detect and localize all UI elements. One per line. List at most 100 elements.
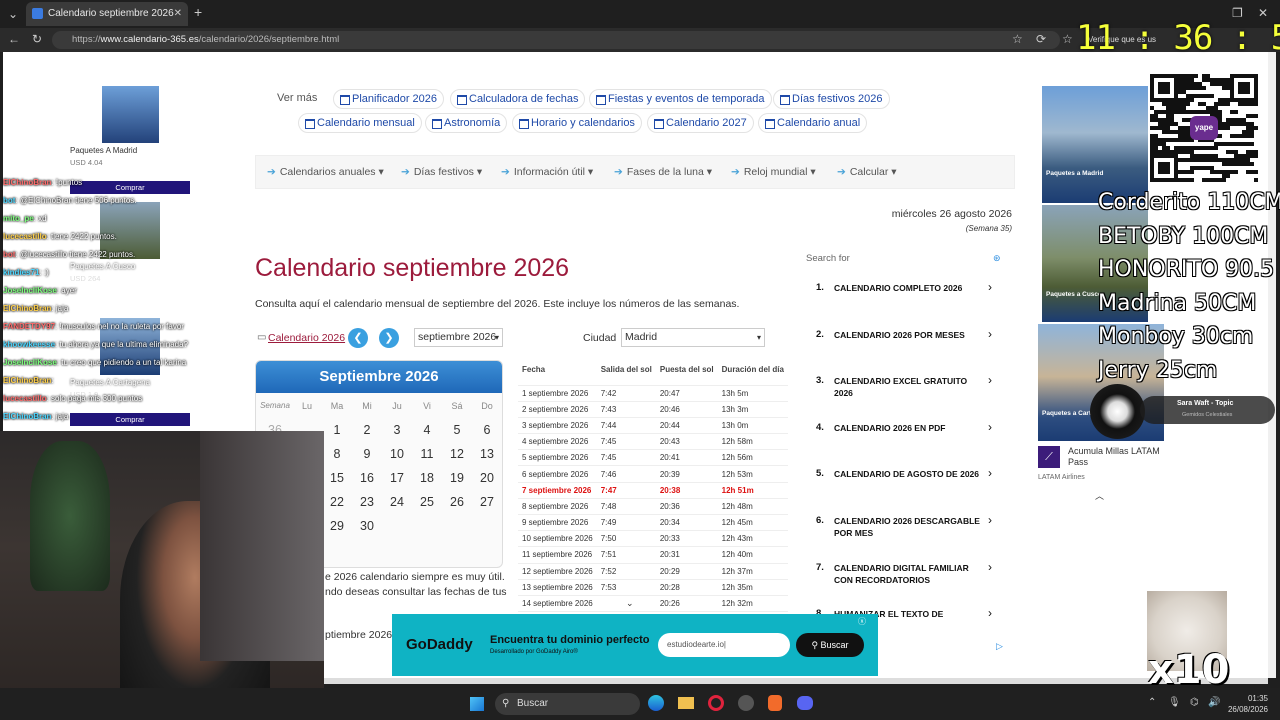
browser-tab[interactable]: Calendario septiembre 2026 ✕ (26, 2, 188, 26)
table-cell: 7:43 (596, 401, 656, 418)
side-list-item[interactable]: 7. CALENDARIO DIGITAL FAMILIAR CON RECORD… (808, 560, 1008, 608)
weekday-header: Mi (362, 401, 372, 411)
horizontal-scrollbar[interactable] (324, 678, 1268, 684)
reload-icon[interactable]: ↻ (32, 32, 42, 46)
volume-icon[interactable]: 🔊 (1208, 697, 1220, 708)
top-link[interactable]: Calendario 2027 (647, 113, 754, 133)
calendar-day[interactable]: 11 (412, 447, 442, 461)
top-link[interactable]: Calculadora de fechas (450, 89, 586, 109)
calendar-day[interactable]: 9 (352, 447, 382, 461)
top-link[interactable]: Días festivos 2026 (773, 89, 890, 109)
vertical-scrollbar[interactable] (1268, 52, 1276, 678)
music-title: Sara Waft - Topic (1177, 400, 1234, 407)
chat-username: mito_pe (3, 214, 34, 223)
calendar-day[interactable]: 16 (352, 471, 382, 485)
top-link[interactable]: Fiestas y eventos de temporada (589, 89, 772, 109)
calendar-day[interactable]: 3 (382, 423, 412, 437)
back-icon[interactable]: ← (8, 32, 20, 46)
side-list-item[interactable]: 3. CALENDARIO EXCEL GRATUITO 2026 › (808, 373, 1008, 421)
side-list-item[interactable]: 4. CALENDARIO 2026 EN PDF › (808, 420, 1008, 468)
side-list-item[interactable]: 1. CALENDARIO COMPLETO 2026 › (808, 280, 1008, 328)
ad-close-icon[interactable]: ⓧ (858, 616, 866, 627)
domain-search-input[interactable]: estudiodearte.io| (658, 633, 790, 657)
calendar-day[interactable]: 23 (352, 495, 382, 509)
file-explorer-icon[interactable] (678, 697, 694, 709)
city-select[interactable]: Madrid ▾ (621, 328, 765, 347)
chat-text: : tiene 2422 puntos. (46, 232, 117, 241)
calendar-day[interactable]: 13 (472, 447, 502, 461)
taskbar-clock[interactable]: 01:35 26/08/2026 (1226, 693, 1268, 715)
menu-item[interactable]: ➔ Fases de la luna ▾ (614, 166, 712, 178)
top-link[interactable]: Calendario mensual (298, 113, 422, 133)
calendar-day[interactable]: 19 (442, 471, 472, 485)
tray-chevron-icon[interactable]: ⌃ (1148, 697, 1156, 708)
microphone-icon[interactable]: 🎙 (1168, 697, 1181, 708)
top-link[interactable]: Calendario anual (758, 113, 868, 133)
menu-item[interactable]: ➔ Días festivos ▾ (401, 166, 482, 178)
app-icon[interactable] (738, 695, 754, 711)
url-field[interactable]: https://www.calendario-365.es/calendario… (52, 31, 1060, 49)
favorites-icon[interactable]: ☆ (1062, 32, 1073, 46)
bookmark-star-icon[interactable]: ☆ (1012, 32, 1023, 46)
table-cell: 7 septiembre 2026 (518, 482, 597, 499)
latam-ad[interactable]: ⟋ Acumula Millas LATAM Pass LATAM Airlin… (1038, 444, 1166, 486)
taskbar-search[interactable]: ⚲ Buscar (495, 693, 640, 715)
top-link[interactable]: Horario y calendarios (512, 113, 642, 133)
calendar-day[interactable]: 26 (442, 495, 472, 509)
calendar-day[interactable]: 6 (472, 423, 502, 437)
prev-month-button[interactable]: ❮ (348, 328, 368, 348)
calendar-day[interactable]: 2 (352, 423, 382, 437)
top-link[interactable]: Planificador 2026 (333, 89, 445, 109)
windows-start-icon[interactable] (470, 697, 484, 711)
calendar-day[interactable]: 18 (412, 471, 442, 485)
ad-card-madrid[interactable]: Paquetes a Madrid (1042, 86, 1148, 203)
calendar-day[interactable]: 22 (322, 495, 352, 509)
new-tab-icon[interactable]: + (194, 5, 202, 19)
side-list-item[interactable]: 5. CALENDARIO DE AGOSTO DE 2026 › (808, 466, 1008, 514)
ad-choice-icon[interactable]: ⊛ (993, 253, 1001, 264)
calendar-day[interactable]: 5 (442, 423, 472, 437)
calendar-day[interactable]: 15 (322, 471, 352, 485)
edge-icon[interactable] (648, 695, 664, 711)
discord-icon[interactable] (797, 696, 813, 710)
next-month-button[interactable]: ❯ (379, 328, 399, 348)
opera-icon[interactable] (708, 695, 724, 711)
calendar-day[interactable]: 8 (322, 447, 352, 461)
ad-card-title: Paquetes a Cusco (1046, 291, 1102, 298)
calendar-day[interactable]: 25 (412, 495, 442, 509)
calendar-day[interactable]: 24 (382, 495, 412, 509)
domain-search-button[interactable]: ⚲ Buscar (796, 633, 864, 657)
godaddy-ad[interactable]: GoDaddy Encuentra tu dominio perfecto De… (392, 614, 878, 676)
table-cell: 7:49 (596, 514, 656, 532)
network-icon[interactable]: ⌬ (1190, 697, 1199, 708)
calendar-day[interactable]: 20 (472, 471, 502, 485)
godaddy-sub: Desarrollado por GoDaddy Airo® (490, 649, 578, 655)
menu-item[interactable]: ➔ Reloj mundial ▾ (731, 166, 816, 178)
tab-list-chevron-icon[interactable]: ⌄ (8, 7, 18, 21)
calendar-day[interactable]: 1 (322, 423, 352, 437)
calendar-day[interactable]: 17 (382, 471, 412, 485)
calendar-day[interactable]: 29 (322, 519, 352, 533)
calendar-day[interactable]: 4 (412, 423, 442, 437)
side-list-item[interactable]: 2. CALENDARIO 2026 POR MESES › (808, 327, 1008, 375)
month-select[interactable]: septiembre 2026 ▾ (414, 328, 503, 347)
menu-item[interactable]: ➔ Calcular ▾ (837, 166, 897, 178)
collapse-bar-icon[interactable]: ⌄ (626, 598, 634, 609)
table-cell: 20:44 (655, 417, 718, 435)
extension-icon[interactable]: ⟳ (1036, 32, 1046, 46)
adchoices-icon[interactable]: ▷ (996, 641, 1003, 652)
calendar-day[interactable]: 30 (352, 519, 382, 533)
brave-icon[interactable] (768, 695, 782, 711)
close-tab-icon[interactable]: ✕ (174, 2, 182, 26)
chat-message: mito_pe: xd (3, 214, 47, 223)
menu-item[interactable]: ➔ Información útil ▾ (501, 166, 593, 178)
calendar-day[interactable]: 10 (382, 447, 412, 461)
top-link[interactable]: Astronomía (425, 113, 508, 133)
chat-text: : tu ahora ya que la ultima eliminada? (55, 340, 188, 349)
calendar-day[interactable]: 12 (442, 447, 472, 461)
calendar-day[interactable]: 27 (472, 495, 502, 509)
side-list-item[interactable]: 6. CALENDARIO 2026 DESCARGABLE POR MES › (808, 513, 1008, 561)
collapse-ad-icon[interactable]: ︿ (1095, 489, 1104, 502)
table-cell: 20:47 (655, 385, 718, 402)
chat-message: ElChinoBran: (3, 376, 54, 385)
